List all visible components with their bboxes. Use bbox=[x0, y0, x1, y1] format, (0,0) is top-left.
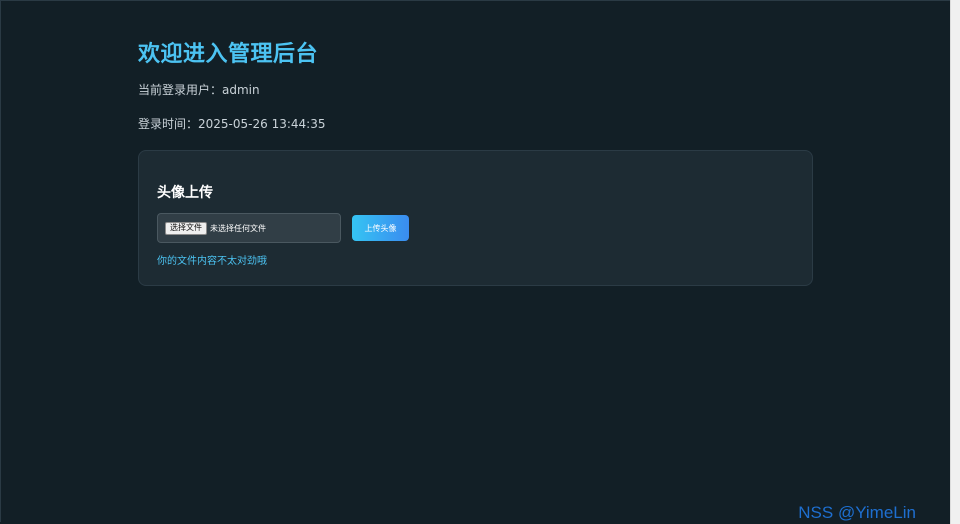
choose-file-button[interactable]: 选择文件 bbox=[165, 221, 207, 235]
login-time-label: 登录时间： bbox=[138, 117, 199, 131]
no-file-selected-text: 未选择任何文件 bbox=[210, 223, 266, 233]
main-container: 欢迎进入管理后台 当前登录用户：admin 登录时间：2025-05-26 13… bbox=[138, 38, 813, 286]
current-user-value: admin bbox=[222, 83, 260, 97]
login-time-line: 登录时间：2025-05-26 13:44:35 bbox=[138, 116, 813, 132]
upload-avatar-button[interactable]: 上传头像 bbox=[352, 215, 409, 241]
current-user-label: 当前登录用户： bbox=[138, 83, 223, 97]
login-time-value: 2025-05-26 13:44:35 bbox=[198, 117, 326, 131]
avatar-upload-card: 头像上传 选择文件 未选择任何文件 上传头像 你的文件内容不太对劲哦 bbox=[138, 150, 813, 286]
current-user-line: 当前登录用户：admin bbox=[138, 82, 813, 98]
page-title: 欢迎进入管理后台 bbox=[138, 42, 319, 67]
file-input[interactable]: 选择文件 未选择任何文件 bbox=[157, 213, 341, 243]
upload-card-title: 头像上传 bbox=[157, 185, 213, 201]
watermark: NSS @YimeLin bbox=[798, 503, 916, 522]
upload-result-message: 你的文件内容不太对劲哦 bbox=[157, 256, 267, 267]
upload-row: 选择文件 未选择任何文件 上传头像 bbox=[157, 213, 794, 243]
vertical-scrollbar[interactable] bbox=[950, 0, 960, 524]
